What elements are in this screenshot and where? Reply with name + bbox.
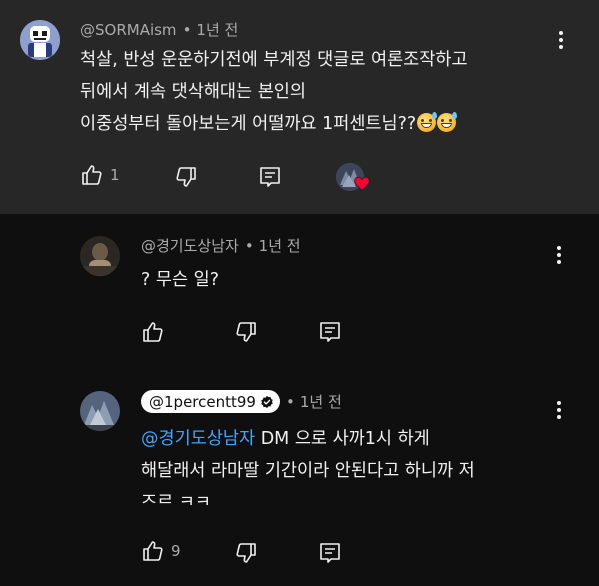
channel-owner-badge[interactable]: @1percentt99 bbox=[141, 390, 280, 413]
comment-line: ? 무슨 일? bbox=[141, 270, 220, 290]
verified-check-icon bbox=[261, 395, 273, 408]
comment-line: 척살, 반성 운운하기전에 부계정 댓글로 여론조작하고 bbox=[80, 50, 468, 70]
thumbs-down-icon bbox=[236, 322, 256, 342]
comment-line: 즈르 ㅋㅋ bbox=[141, 493, 211, 505]
like-button[interactable] bbox=[141, 320, 165, 344]
comment-line-text: DM 으로 사까1시 하게 bbox=[260, 429, 430, 449]
like-button[interactable]: 1 bbox=[80, 163, 120, 187]
comment-line: 뒤에서 계속 댓삭해대는 본인의 bbox=[80, 82, 306, 102]
comment-time[interactable]: 1년 전 bbox=[259, 235, 301, 256]
comment-meta: @경기도상남자 • 1년 전 bbox=[141, 235, 301, 256]
comment-thread: @SORMAism • 1년 전 척살, 반성 운운하기전에 부계정 댓글로 여… bbox=[0, 0, 599, 586]
reply-button[interactable] bbox=[258, 165, 282, 189]
thumbs-up-icon bbox=[143, 322, 163, 342]
grinning-sweat-emoji bbox=[437, 112, 458, 132]
meta-separator: • bbox=[244, 236, 254, 255]
avatar[interactable] bbox=[20, 20, 60, 60]
comment-meta: @SORMAism • 1년 전 bbox=[80, 19, 238, 40]
reply-icon bbox=[260, 167, 280, 187]
meta-separator: • bbox=[182, 20, 192, 39]
like-button[interactable]: 9 bbox=[141, 539, 181, 563]
mention-link[interactable]: @경기도상남자 bbox=[141, 429, 255, 449]
comment-author[interactable]: @SORMAism bbox=[80, 21, 177, 39]
creator-heart bbox=[336, 163, 370, 191]
more-vert-icon[interactable] bbox=[549, 241, 569, 269]
avatar[interactable] bbox=[80, 236, 120, 276]
like-count: 1 bbox=[110, 166, 120, 184]
comment-line: @경기도상남자 DM 으로 사까1시 하게 bbox=[141, 423, 475, 455]
dislike-button[interactable] bbox=[174, 165, 198, 189]
dislike-button[interactable] bbox=[234, 541, 258, 565]
reply-icon bbox=[320, 543, 340, 563]
meta-separator: • bbox=[285, 392, 295, 411]
like-count: 9 bbox=[171, 542, 181, 560]
comment-meta: @1percentt99 • 1년 전 bbox=[141, 390, 342, 413]
comment-line-text: 이중성부터 돌아보는게 어떨까요 1퍼센트님?? bbox=[80, 114, 417, 134]
comment-text: @경기도상남자 DM 으로 사까1시 하게 해달래서 라마딸 기간이라 안된다고… bbox=[141, 423, 475, 505]
reply-icon bbox=[320, 322, 340, 342]
grinning-sweat-emoji bbox=[417, 112, 438, 132]
reply-button[interactable] bbox=[318, 320, 342, 344]
comment-time[interactable]: 1년 전 bbox=[300, 391, 342, 412]
comment-text: 척살, 반성 운운하기전에 부계정 댓글로 여론조작하고 뒤에서 계속 댓삭해대… bbox=[80, 44, 468, 140]
comment-author[interactable]: @경기도상남자 bbox=[141, 235, 239, 256]
comment-author: @1percentt99 bbox=[149, 392, 256, 411]
thumbs-down-icon bbox=[176, 167, 196, 187]
more-vert-icon[interactable] bbox=[549, 396, 569, 424]
comment-text: ? 무슨 일? bbox=[141, 264, 219, 296]
creator-heart-icon bbox=[354, 176, 370, 191]
reply-gyeonggi: @경기도상남자 • 1년 전 ? 무슨 일? bbox=[0, 214, 599, 370]
reply-1percentt99: @1percentt99 • 1년 전 @경기도상남자 DM 으로 사까1시 하… bbox=[0, 370, 599, 586]
thumbs-up-icon bbox=[143, 541, 163, 561]
more-vert-icon[interactable] bbox=[551, 26, 571, 54]
comment-line: 이중성부터 돌아보는게 어떨까요 1퍼센트님?? bbox=[80, 108, 468, 140]
thumbs-up-icon bbox=[82, 165, 102, 185]
comment-line: 해달래서 라마딸 기간이라 안된다고 하니까 저 bbox=[141, 461, 475, 481]
comment-time[interactable]: 1년 전 bbox=[196, 19, 238, 40]
thumbs-down-icon bbox=[236, 543, 256, 563]
comment-sormaism: @SORMAism • 1년 전 척살, 반성 운운하기전에 부계정 댓글로 여… bbox=[0, 0, 599, 214]
dislike-button[interactable] bbox=[234, 320, 258, 344]
avatar[interactable] bbox=[80, 391, 120, 431]
reply-button[interactable] bbox=[318, 541, 342, 565]
